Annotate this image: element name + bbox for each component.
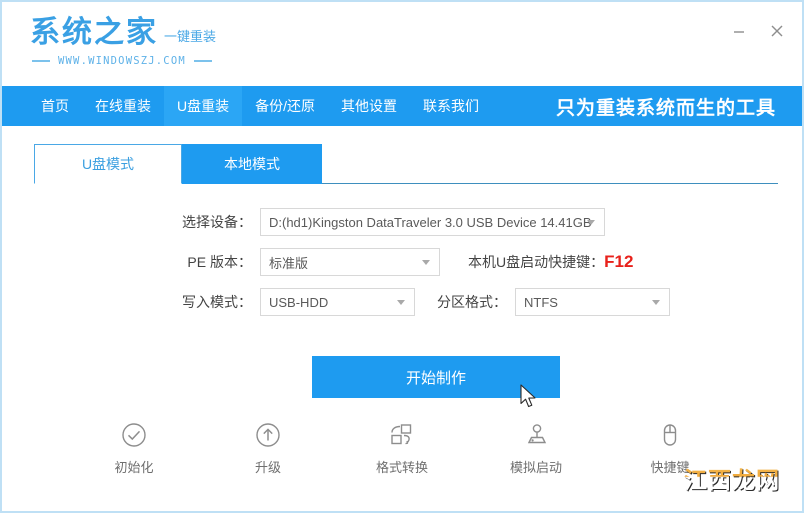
application-window: 系统之家 一键重装 WWW.WINDOWSZJ.COM 首页 在线重装 U盘重装… (0, 0, 804, 513)
boot-hotkey-info: 本机U盘启动快捷键：F12 (468, 252, 633, 272)
pe-version-dropdown[interactable]: 标准版 (260, 248, 440, 276)
write-mode-label: 写入模式： (182, 294, 252, 310)
brand-url: WWW.WINDOWSZJ.COM (58, 55, 186, 67)
bottom-tool-bar: 初始化 升级 格式转换 模拟启动 快捷键 (2, 420, 802, 476)
write-mode-value: USB-HDD (269, 294, 329, 310)
tool-format-convert[interactable]: 格式转换 (359, 420, 445, 476)
partition-format-label: 分区格式： (437, 294, 507, 310)
row-select-device: 选择设备： D:(hd1)Kingston DataTraveler 3.0 U… (2, 208, 802, 236)
pe-version-value: 标准版 (269, 255, 309, 271)
tab-label: 本地模式 (224, 156, 280, 172)
tab-label: U盘模式 (81, 156, 135, 172)
partition-format-dropdown[interactable]: NTFS (515, 288, 670, 316)
chevron-down-icon (397, 300, 405, 305)
nav-item-usb-reinstall[interactable]: U盘重装 (164, 86, 243, 126)
nav-item-label: 其他设置 (341, 98, 398, 114)
nav-item-label: 在线重装 (95, 98, 151, 114)
brand-dash-left (32, 60, 50, 62)
brand-title: 系统之家 (30, 15, 158, 50)
main-navigation-bar: 首页 在线重装 U盘重装 备份/还原 其他设置 联系我们 只为重装系统而生的工具 (2, 86, 802, 126)
tab-underline (322, 183, 778, 184)
brand-logo: 系统之家 一键重装 WWW.WINDOWSZJ.COM (30, 18, 290, 80)
nav-item-home[interactable]: 首页 (28, 86, 82, 126)
nav-item-contact-us[interactable]: 联系我们 (410, 86, 492, 126)
write-mode-dropdown[interactable]: USB-HDD (260, 288, 415, 316)
nav-item-backup-restore[interactable]: 备份/还原 (242, 86, 328, 126)
arrow-up-circle-icon (253, 420, 283, 450)
tab-usb-mode[interactable]: U盘模式 (34, 144, 182, 184)
row-write-mode: 写入模式： USB-HDD 分区格式： NTFS (2, 288, 802, 316)
brand-subtitle: 一键重装 (164, 29, 217, 44)
brand-dash-right (193, 60, 212, 62)
format-convert-icon (387, 420, 417, 450)
joystick-icon (521, 420, 551, 450)
mouse-icon (655, 420, 685, 450)
nav-item-label: 首页 (41, 98, 69, 114)
row-pe-version: PE 版本： 标准版 本机U盘启动快捷键：F12 (2, 248, 802, 276)
tab-local-mode[interactable]: 本地模式 (182, 144, 322, 184)
tool-initialize[interactable]: 初始化 (91, 420, 177, 476)
nav-slogan: 只为重装系统而生的工具 (555, 97, 776, 119)
pe-version-label: PE 版本： (187, 254, 252, 270)
brand-url-row: WWW.WINDOWSZJ.COM (32, 55, 290, 67)
boot-hotkey-value: F12 (604, 252, 634, 271)
chevron-down-icon (422, 260, 430, 265)
nav-item-label: 联系我们 (423, 98, 480, 114)
partition-format-value: NTFS (524, 294, 558, 310)
tool-label: 格式转换 (375, 460, 428, 475)
select-device-label: 选择设备： (182, 214, 252, 230)
check-circle-icon (119, 420, 149, 450)
nav-item-list: 首页 在线重装 U盘重装 备份/还原 其他设置 联系我们 (2, 86, 492, 126)
minimize-button[interactable] (728, 20, 750, 42)
mode-tab-strip: U盘模式 本地模式 (2, 144, 802, 186)
nav-item-other-settings[interactable]: 其他设置 (328, 86, 410, 126)
brand-main-row: 系统之家 一键重装 (30, 18, 290, 48)
title-bar: 系统之家 一键重装 WWW.WINDOWSZJ.COM (2, 2, 802, 86)
watermark: 江西龙网 (684, 461, 780, 495)
minimize-icon (734, 31, 744, 33)
tool-label: 初始化 (114, 460, 154, 475)
tool-label: 升级 (254, 460, 281, 475)
start-make-button[interactable]: 开始制作 (312, 356, 560, 398)
nav-item-online-reinstall[interactable]: 在线重装 (82, 86, 164, 126)
window-controls (728, 20, 788, 42)
select-device-dropdown[interactable]: D:(hd1)Kingston DataTraveler 3.0 USB Dev… (260, 208, 605, 236)
nav-item-label: 备份/还原 (255, 98, 316, 114)
close-button[interactable] (766, 20, 788, 42)
tool-simulate-boot[interactable]: 模拟启动 (493, 420, 579, 476)
boot-hotkey-label: 本机U盘启动快捷键： (468, 254, 605, 270)
chevron-down-icon (587, 220, 595, 225)
tool-label: 模拟启动 (509, 460, 562, 475)
nav-item-label: U盘重装 (177, 98, 230, 114)
chevron-down-icon (652, 300, 660, 305)
close-icon (771, 25, 783, 37)
select-device-value: D:(hd1)Kingston DataTraveler 3.0 USB Dev… (269, 214, 592, 230)
usb-config-form: 选择设备： D:(hd1)Kingston DataTraveler 3.0 U… (2, 208, 802, 316)
tool-upgrade[interactable]: 升级 (225, 420, 311, 476)
